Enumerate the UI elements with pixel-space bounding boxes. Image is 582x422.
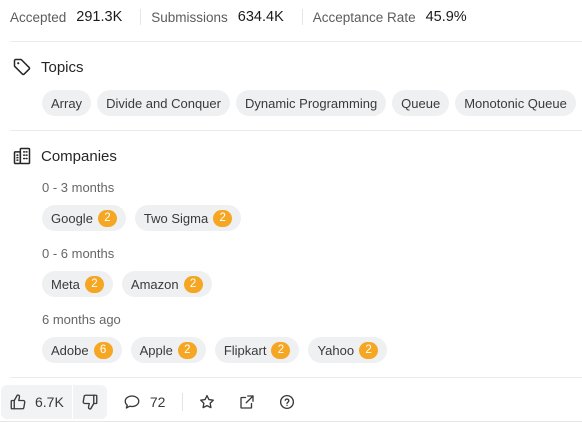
building-icon: [13, 147, 31, 165]
company-name: Apple: [139, 342, 173, 358]
company-tag-amazon[interactable]: Amazon 2: [121, 271, 212, 297]
divider: [10, 377, 582, 378]
company-name: Yahoo: [317, 342, 355, 358]
thumbs-up-icon: [10, 393, 26, 409]
count-badge: 2: [177, 341, 197, 359]
count-badge: 2: [84, 275, 104, 293]
company-tags-group: Adobe 6 Apple 2 Flipkart 2 Yahoo 2: [42, 337, 388, 363]
company-name: Google: [51, 210, 93, 226]
stat-label: Accepted: [10, 9, 67, 25]
company-tag-adobe[interactable]: Adobe 6: [42, 337, 122, 363]
stat-label: Acceptance Rate: [312, 9, 416, 25]
question-circle-icon: [280, 394, 295, 409]
vote-group: 6.7K: [1, 384, 107, 419]
thumbs-down-icon: [82, 394, 98, 410]
count-badge: 2: [359, 341, 379, 359]
count-badge: 2: [183, 275, 203, 293]
favorite-button[interactable]: [198, 393, 216, 411]
topic-tag[interactable]: Divide and Conquer: [97, 90, 230, 116]
stat-accepted: Accepted 291.3K: [0, 9, 140, 25]
count-badge: 6: [93, 341, 113, 359]
count-badge: 2: [97, 209, 117, 227]
stat-label: Submissions: [151, 9, 228, 25]
company-tag-yahoo[interactable]: Yahoo 2: [308, 337, 388, 363]
external-link-icon: [240, 394, 255, 409]
count-badge: 2: [271, 341, 291, 359]
footer-separator: [182, 392, 184, 411]
company-tags-group: Meta 2 Amazon 2: [42, 271, 212, 297]
company-name: Two Sigma: [143, 210, 209, 226]
companies-title: Companies: [41, 147, 117, 165]
tag-icon: [13, 58, 31, 76]
comments-button[interactable]: 72: [123, 393, 166, 411]
action-bar: 6.7K 72: [0, 381, 582, 422]
help-button[interactable]: [278, 393, 296, 411]
divider: [10, 130, 582, 131]
comment-icon: [124, 394, 140, 409]
dislike-button[interactable]: [73, 385, 107, 419]
like-count: 6.7K: [35, 393, 64, 410]
period-label: 0 - 3 months: [42, 180, 115, 195]
topic-tag[interactable]: Monotonic Queue: [455, 90, 576, 116]
company-tag-two-sigma[interactable]: Two Sigma 2: [134, 205, 242, 231]
stat-submissions: Submissions 634.4K: [140, 9, 302, 25]
stat-acceptance-rate: Acceptance Rate 45.9%: [301, 9, 485, 25]
topic-tag[interactable]: Queue: [392, 90, 450, 116]
companies-header[interactable]: Companies: [12, 146, 117, 166]
period-label: 6 months ago: [42, 312, 121, 327]
period-label: 0 - 6 months: [42, 246, 115, 261]
topics-header[interactable]: Topics: [12, 57, 84, 77]
company-tags-group: Google 2 Two Sigma 2: [42, 205, 242, 231]
share-button[interactable]: [238, 393, 256, 411]
divider: [10, 41, 582, 42]
company-tag-google[interactable]: Google 2: [42, 205, 126, 231]
company-tag-flipkart[interactable]: Flipkart 2: [214, 337, 300, 363]
stat-value: 291.3K: [76, 9, 123, 25]
like-button[interactable]: 6.7K: [1, 385, 72, 419]
stats-bar: Accepted 291.3K Submissions 634.4K Accep…: [0, 0, 582, 34]
topic-tags: Array Divide and Conquer Dynamic Program…: [42, 90, 576, 116]
company-name: Flipkart: [223, 342, 267, 358]
star-icon: [200, 394, 215, 408]
topic-tag[interactable]: Array: [42, 90, 92, 116]
stat-value: 634.4K: [237, 9, 284, 25]
count-badge: 2: [213, 209, 233, 227]
company-name: Adobe: [51, 342, 89, 358]
comment-count: 72: [149, 393, 166, 410]
company-tag-apple[interactable]: Apple 2: [130, 337, 206, 363]
company-name: Meta: [51, 276, 80, 292]
company-name: Amazon: [130, 276, 179, 292]
topics-title: Topics: [41, 58, 84, 76]
company-tag-meta[interactable]: Meta 2: [42, 271, 113, 297]
topic-tag[interactable]: Dynamic Programming: [235, 90, 387, 116]
stat-value: 45.9%: [425, 9, 467, 25]
